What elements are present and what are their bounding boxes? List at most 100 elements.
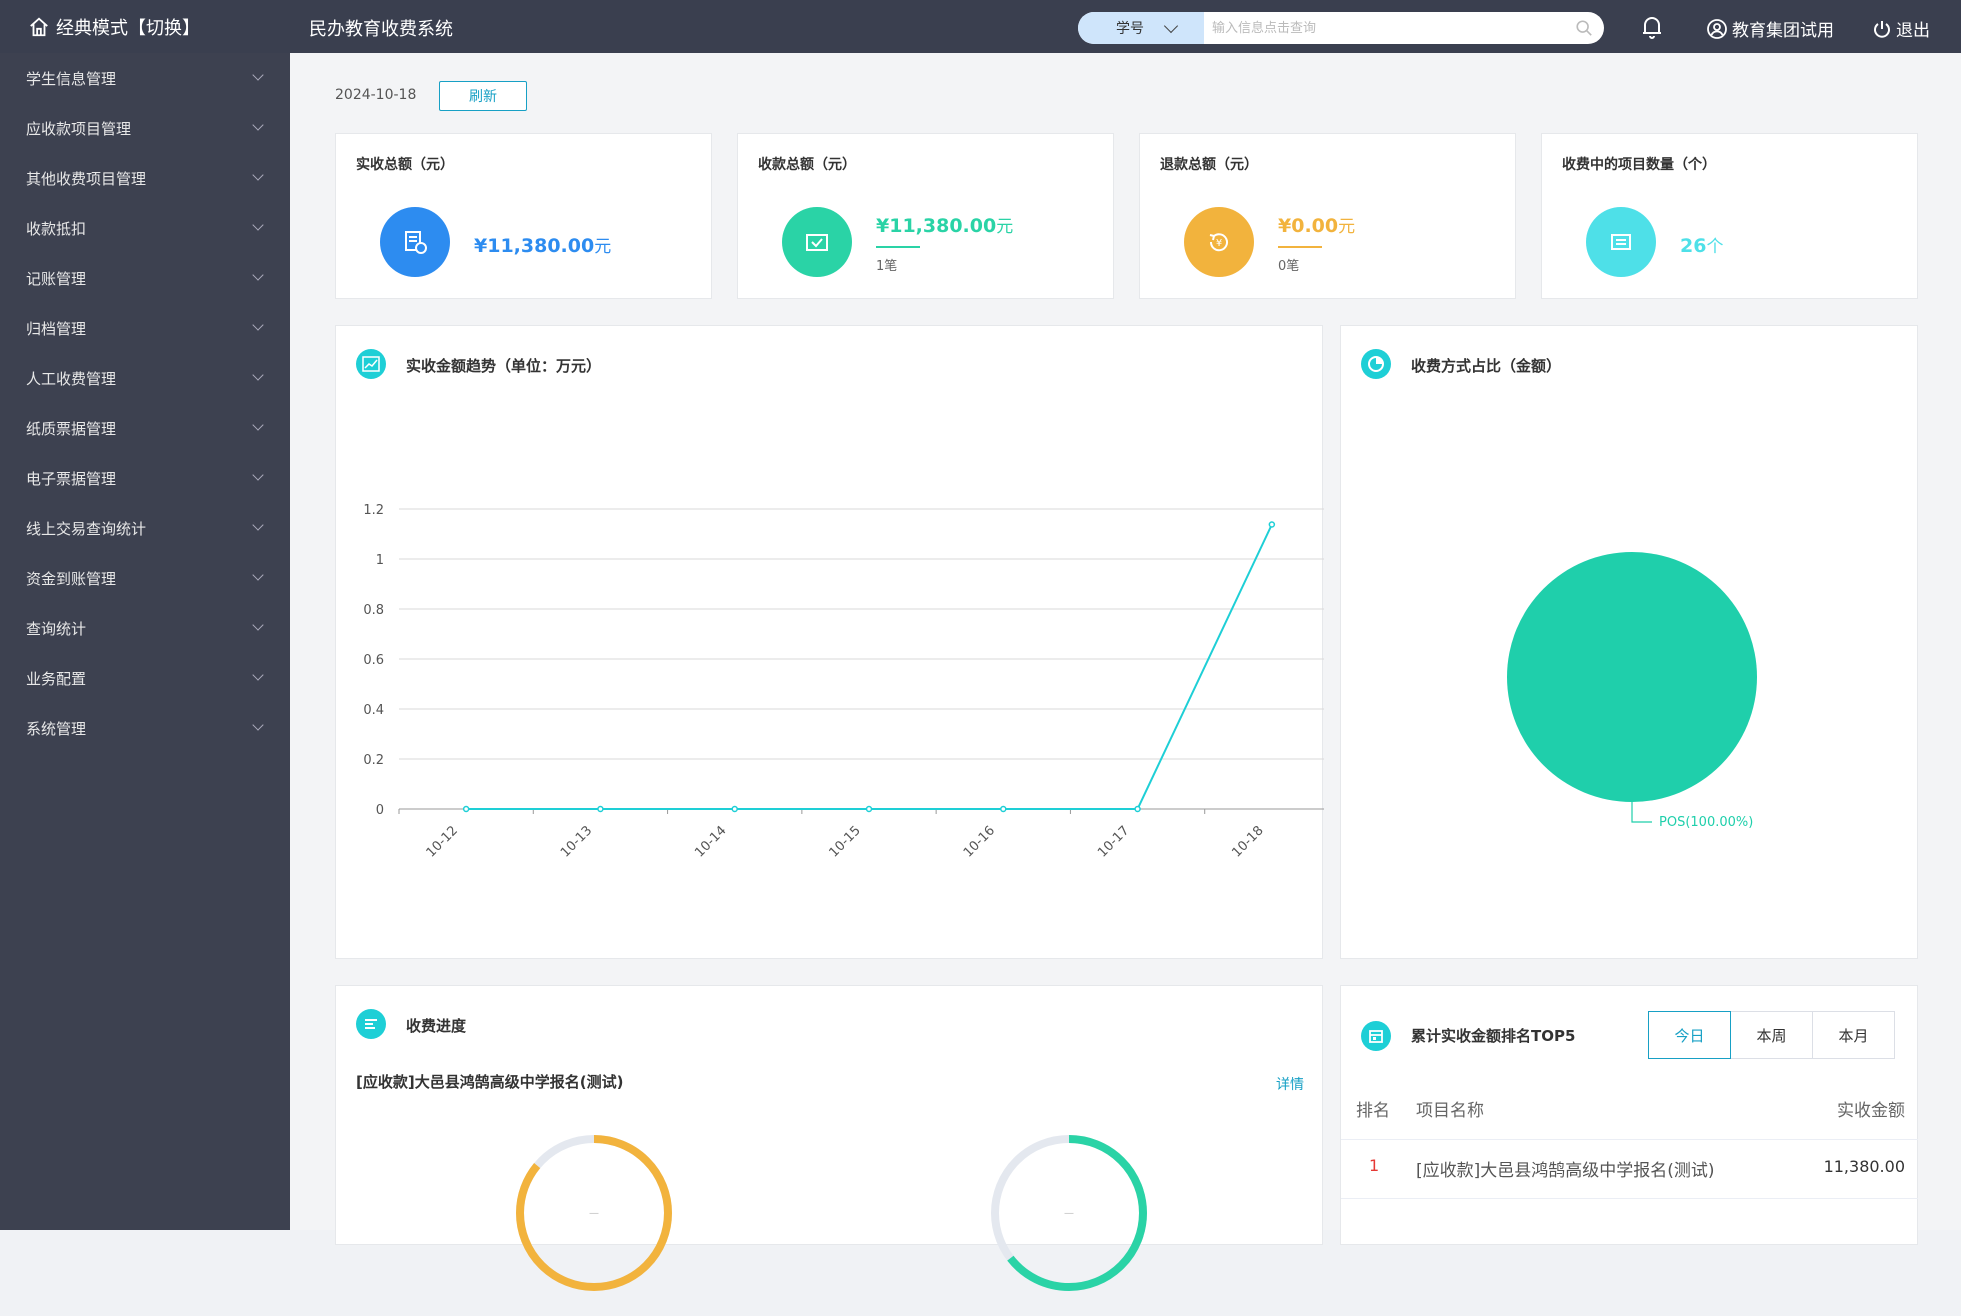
- stat-card-refund: 退款总额（元） ¥ ¥0.00元 0笔: [1139, 133, 1516, 299]
- main-content: 2024-10-18 刷新 实收总额（元） ¥11,380.00元 收款总额（元…: [290, 53, 1961, 1291]
- ranking-tabs: 今日 本周 本月: [1648, 1011, 1895, 1059]
- trend-line-chart: 0 0.2 0.4 0.6 0.8 1 1.2 10-12 10-13 10-14 10-15 10-…: [363, 503, 1324, 861]
- chevron-down-icon: [1163, 18, 1179, 33]
- x-tick-label: 10-12: [424, 823, 461, 860]
- y-tick-label: 0: [376, 803, 384, 818]
- sidebar-item-label: 归档管理: [26, 319, 87, 338]
- chevron-down-icon: [252, 369, 264, 381]
- stat-value: ¥11,380.00元: [474, 232, 611, 257]
- pie-chart-icon: [1361, 349, 1391, 379]
- x-tick-label: 10-18: [1229, 823, 1266, 860]
- chevron-down-icon: [252, 619, 264, 631]
- sidebar-item-deduction[interactable]: 收款抵扣: [0, 203, 290, 253]
- chevron-down-icon: [252, 719, 264, 731]
- data-point: [1000, 805, 1007, 813]
- stat-count: 0笔: [1278, 259, 1300, 274]
- chevron-down-icon: [252, 269, 264, 281]
- chevron-down-icon: [252, 119, 264, 131]
- stat-title: 收款总额（元）: [758, 157, 856, 173]
- mode-switch[interactable]: 经典模式【切换】: [28, 14, 200, 40]
- stat-divider: [1278, 246, 1322, 248]
- y-tick-label: 0.4: [363, 703, 384, 718]
- data-point: [731, 805, 738, 813]
- sidebar-item-label: 学生信息管理: [26, 69, 117, 88]
- payment-method-panel: 收费方式占比（金额） POS(100.00%): [1340, 325, 1918, 959]
- chevron-down-icon: [252, 69, 264, 81]
- sidebar-item-manual-fees[interactable]: 人工收费管理: [0, 353, 290, 403]
- tab-today[interactable]: 今日: [1648, 1011, 1731, 1059]
- detail-link[interactable]: 详情: [1276, 1074, 1304, 1094]
- x-tick-label: 10-15: [827, 823, 864, 860]
- user-name: 教育集团试用: [1732, 21, 1834, 41]
- ranking-panel: 累计实收金额排名TOP5 今日 本周 本月 排名 项目名称 实收金额 1 [应收…: [1340, 985, 1918, 1245]
- stat-unit: 元: [996, 217, 1014, 237]
- search-icon[interactable]: [1564, 12, 1604, 44]
- calendar-icon: [1361, 1021, 1391, 1051]
- chevron-down-icon: [252, 419, 264, 431]
- progress-panel: 收费进度 [应收款]大邑县鸿鹄高级中学报名(测试) 详情 — —: [335, 985, 1323, 1291]
- sidebar-item-student-info[interactable]: 学生信息管理: [0, 53, 290, 103]
- y-tick-label: 0.6: [363, 653, 384, 668]
- refresh-button[interactable]: 刷新: [439, 81, 527, 111]
- column-header-project: 项目名称: [1416, 1101, 1484, 1121]
- chevron-down-icon: [252, 169, 264, 181]
- tab-this-week[interactable]: 本周: [1730, 1011, 1813, 1059]
- sidebar-item-fund-arrival[interactable]: 资金到账管理: [0, 553, 290, 603]
- stat-title: 退款总额（元）: [1160, 157, 1258, 173]
- gauge-label-2: —: [1064, 1208, 1074, 1219]
- stat-count: 1笔: [876, 259, 898, 274]
- stat-amount: ¥0.00: [1278, 215, 1339, 237]
- progress-title: 收费进度: [406, 1017, 467, 1035]
- data-point: [1134, 805, 1141, 813]
- stat-card-active-projects: 收费中的项目数量（个） 26个: [1541, 133, 1918, 299]
- area-chart-icon: [356, 349, 386, 379]
- chevron-down-icon: [252, 569, 264, 581]
- sidebar-item-receivables[interactable]: 应收款项目管理: [0, 103, 290, 153]
- bell-icon[interactable]: [1641, 15, 1663, 43]
- sidebar-item-bookkeeping[interactable]: 记账管理: [0, 253, 290, 303]
- rank-number: 1: [1369, 1156, 1380, 1175]
- search-type-select[interactable]: 学号: [1078, 12, 1204, 44]
- x-tick-label: 10-16: [961, 823, 998, 860]
- sidebar-item-label: 查询统计: [26, 619, 87, 638]
- gauge-label-1: —: [589, 1208, 599, 1219]
- chevron-down-icon: [252, 469, 264, 481]
- current-date: 2024-10-18: [335, 87, 417, 103]
- user-icon: [1707, 18, 1727, 39]
- pie-title: 收费方式占比（金额）: [1411, 357, 1562, 375]
- sidebar-item-query-stats[interactable]: 查询统计: [0, 603, 290, 653]
- search-input[interactable]: [1204, 12, 1564, 44]
- divider: [1341, 1139, 1918, 1140]
- chevron-down-icon: [252, 519, 264, 531]
- x-tick-label: 10-13: [558, 823, 595, 860]
- sidebar-item-label: 人工收费管理: [26, 369, 117, 388]
- tab-this-month[interactable]: 本月: [1812, 1011, 1895, 1059]
- progress-gauges: — —: [516, 1135, 1147, 1291]
- ranking-title: 累计实收金额排名TOP5: [1411, 1027, 1576, 1045]
- chevron-down-icon: [252, 219, 264, 231]
- sidebar-item-system[interactable]: 系统管理: [0, 703, 290, 753]
- y-tick-label: 0.8: [363, 603, 384, 618]
- sidebar-item-paper-receipts[interactable]: 纸质票据管理: [0, 403, 290, 453]
- stat-amount: ¥11,380.00: [474, 235, 595, 257]
- sidebar-item-business-config[interactable]: 业务配置: [0, 653, 290, 703]
- column-header-rank: 排名: [1356, 1101, 1390, 1121]
- stat-title: 收费中的项目数量（个）: [1562, 157, 1716, 173]
- sidebar-item-archive[interactable]: 归档管理: [0, 303, 290, 353]
- refund-icon: ¥: [1184, 207, 1254, 277]
- sidebar-item-e-receipts[interactable]: 电子票据管理: [0, 453, 290, 503]
- sidebar-item-label: 其他收费项目管理: [26, 169, 147, 188]
- stat-divider: [876, 246, 920, 248]
- progress-icon: [356, 1009, 386, 1039]
- payment-pie-chart: POS(100.00%): [1507, 552, 1757, 830]
- mode-switch-label: 经典模式【切换】: [56, 18, 200, 39]
- pie-slice-label: POS(100.00%): [1659, 815, 1753, 830]
- data-point: [865, 805, 873, 813]
- stat-unit: 元: [1338, 217, 1356, 237]
- user-menu[interactable]: 教育集团试用: [1706, 16, 1834, 41]
- y-tick-label: 1.2: [363, 503, 384, 518]
- data-point: [1268, 521, 1276, 528]
- sidebar-item-online-transactions[interactable]: 线上交易查询统计: [0, 503, 290, 553]
- sidebar-item-other-fees[interactable]: 其他收费项目管理: [0, 153, 290, 203]
- logout-button[interactable]: 退出: [1872, 16, 1930, 41]
